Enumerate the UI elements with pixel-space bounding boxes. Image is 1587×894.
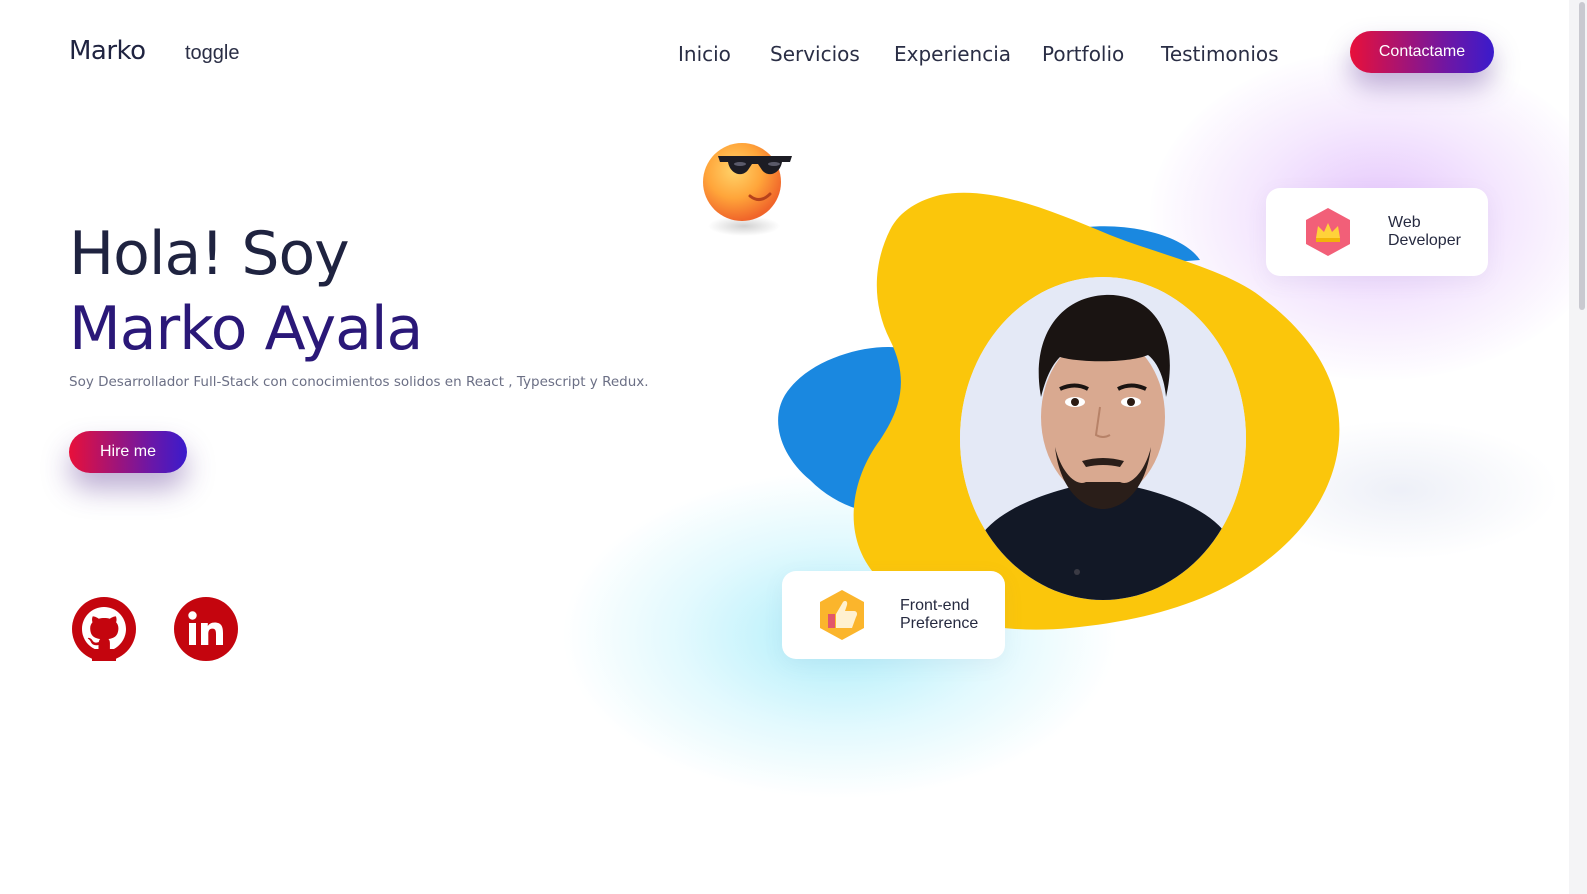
contact-button[interactable]: Contactame bbox=[1350, 31, 1494, 73]
hero-greeting: Hola! Soy bbox=[69, 219, 350, 289]
profile-photo bbox=[960, 277, 1246, 600]
web-developer-line1: Web bbox=[1388, 214, 1421, 231]
hero-description: Soy Desarrollador Full-Stack con conocim… bbox=[69, 374, 649, 390]
hire-me-button[interactable]: Hire me bbox=[69, 431, 187, 473]
nav-item-testimonios[interactable]: Testimonios bbox=[1161, 42, 1279, 66]
frontend-line1: Front-end bbox=[900, 597, 970, 614]
frontend-line2: Preference bbox=[900, 615, 979, 632]
nav-item-portfolio[interactable]: Portfolio bbox=[1042, 42, 1124, 66]
github-icon[interactable] bbox=[72, 597, 136, 661]
scrollbar-thumb[interactable] bbox=[1579, 2, 1585, 310]
crown-icon bbox=[1302, 206, 1354, 262]
linkedin-icon[interactable] bbox=[174, 597, 238, 661]
web-developer-card: Web Developer bbox=[1266, 188, 1488, 276]
nav-item-experiencia[interactable]: Experiencia bbox=[894, 42, 1011, 66]
page: Marko toggle Inicio Servicios Experienci… bbox=[0, 0, 1587, 894]
web-developer-line2: Developer bbox=[1388, 232, 1461, 249]
thumbs-up-icon bbox=[816, 588, 868, 646]
theme-toggle[interactable]: toggle bbox=[185, 42, 240, 65]
hero-name: Marko Ayala bbox=[69, 294, 423, 364]
nav-item-inicio[interactable]: Inicio bbox=[678, 42, 731, 66]
frontend-preference-card: Front-end Preference bbox=[782, 571, 1005, 659]
nav-item-servicios[interactable]: Servicios bbox=[770, 42, 860, 66]
page-scrollbar[interactable] bbox=[1569, 0, 1587, 894]
logo[interactable]: Marko bbox=[69, 36, 146, 66]
